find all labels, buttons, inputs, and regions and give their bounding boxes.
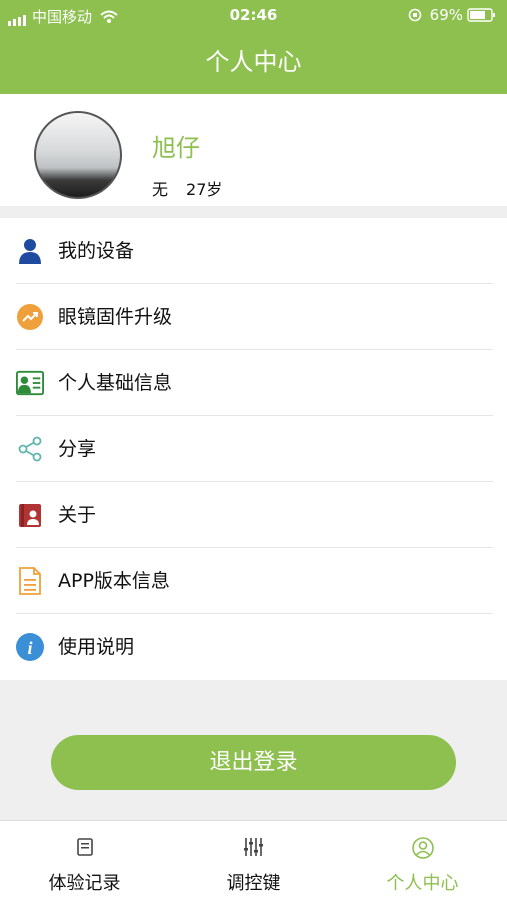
- menu-list: 我的设备 眼镜固件升级 个人基础信息 分享 关于 APP版本信息 i 使用说明: [0, 218, 507, 680]
- menu-item-label: 关于: [58, 504, 97, 526]
- menu-item-label: APP版本信息: [58, 570, 170, 592]
- menu-item-label: 我的设备: [58, 240, 135, 262]
- menu-item-my-device[interactable]: 我的设备: [0, 218, 507, 284]
- menu-item-share[interactable]: 分享: [0, 416, 507, 482]
- person-circle-icon: [338, 837, 507, 859]
- battery-percent: 69%: [429, 6, 463, 24]
- tab-label: 个人中心: [386, 873, 459, 894]
- sliders-icon: [169, 837, 338, 859]
- menu-item-app-version[interactable]: APP版本信息: [0, 548, 507, 614]
- orientation-lock-icon: [408, 8, 421, 22]
- user-icon: [16, 237, 44, 265]
- menu-item-instructions[interactable]: i 使用说明: [0, 614, 507, 680]
- menu-item-label: 使用说明: [58, 636, 135, 658]
- tab-label: 体验记录: [48, 873, 121, 894]
- menu-item-label: 个人基础信息: [58, 372, 173, 394]
- profile-name: 旭仔: [152, 134, 200, 162]
- menu-item-firmware-upgrade[interactable]: 眼镜固件升级: [0, 284, 507, 350]
- profile-field1: 无: [152, 180, 169, 199]
- page-title: 个人中心: [0, 30, 507, 94]
- profile-info: 无 27岁: [152, 176, 240, 200]
- avatar[interactable]: [34, 111, 122, 199]
- tab-personal-center[interactable]: 个人中心: [338, 821, 507, 901]
- tab-bar: 体验记录 调控键 个人中心: [0, 820, 507, 901]
- logout-button[interactable]: 退出登录: [51, 735, 456, 790]
- document-icon: [16, 567, 44, 595]
- share-icon: [16, 435, 44, 463]
- menu-item-label: 分享: [58, 438, 97, 460]
- battery-icon: [467, 8, 495, 22]
- record-icon: [0, 837, 169, 859]
- trend-up-icon: [16, 303, 44, 331]
- tab-controls[interactable]: 调控键: [169, 821, 338, 901]
- tab-records[interactable]: 体验记录: [0, 821, 169, 901]
- profile-age: 27岁: [186, 180, 223, 199]
- status-bar: 中国移动 02:46 69%: [0, 0, 507, 30]
- battery-area: 69%: [408, 6, 497, 24]
- info-icon: i: [16, 633, 44, 661]
- tab-label: 调控键: [226, 873, 281, 894]
- book-icon: [16, 501, 44, 529]
- menu-item-basic-info[interactable]: 个人基础信息: [0, 350, 507, 416]
- id-card-icon: [16, 369, 44, 397]
- profile-card[interactable]: 旭仔 无 27岁: [0, 94, 507, 206]
- menu-item-about[interactable]: 关于: [0, 482, 507, 548]
- menu-item-label: 眼镜固件升级: [58, 306, 173, 328]
- svg-text:i: i: [27, 638, 32, 658]
